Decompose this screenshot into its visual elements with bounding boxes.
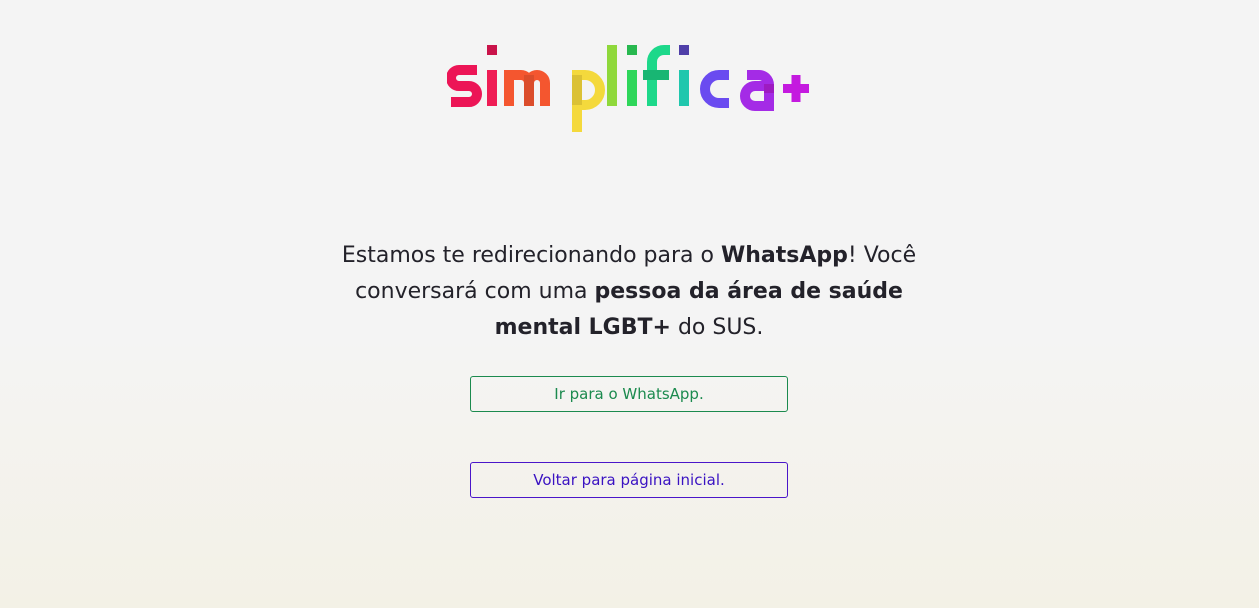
simplifica-logo [446, 42, 811, 134]
message-text-3: do SUS. [670, 315, 764, 340]
redirect-message: Estamos te redirecionando para o WhatsAp… [329, 238, 929, 346]
back-to-home-button[interactable]: Voltar para página inicial. [470, 462, 788, 498]
go-to-whatsapp-button[interactable]: Ir para o WhatsApp. [470, 376, 788, 412]
message-text-1: Estamos te redirecionando para o [341, 243, 721, 268]
message-bold-whatsapp: WhatsApp [720, 243, 848, 268]
